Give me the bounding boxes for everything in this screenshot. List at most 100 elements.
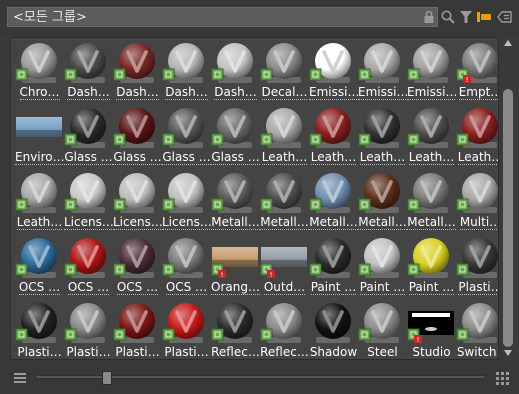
material-item[interactable]: Steel — [358, 300, 407, 359]
scroll-down-arrow-icon[interactable] — [504, 350, 512, 356]
material-item[interactable]: Plasti… — [15, 300, 64, 359]
material-label-text: Outd… — [263, 280, 306, 295]
material-item[interactable]: Reflec… — [211, 300, 260, 359]
material-item[interactable]: Plasti… — [162, 300, 211, 359]
material-label: Plasti… — [15, 345, 64, 359]
material-item[interactable]: Plasti… — [64, 300, 113, 359]
material-item[interactable]: Dash… — [64, 40, 113, 103]
material-item[interactable]: Leath… — [407, 105, 456, 168]
material-item[interactable]: Emissi… — [309, 40, 358, 103]
material-item[interactable]: Glass … — [211, 105, 260, 168]
material-thumbnail — [211, 41, 258, 85]
material-item[interactable]: ! Studio — [407, 300, 456, 359]
material-label: Outd… — [260, 280, 309, 295]
svg-text:!: ! — [417, 336, 420, 344]
material-label: Glass … — [162, 150, 211, 165]
material-label: OCS … — [64, 280, 113, 295]
material-label: Licens… — [162, 215, 211, 230]
material-item[interactable]: Plasti… — [113, 300, 162, 359]
material-item[interactable]: Metall… — [211, 170, 260, 233]
material-label: Glass … — [113, 150, 162, 165]
material-label-text: Licens… — [162, 215, 211, 230]
material-label: Metall… — [260, 215, 309, 230]
material-label: Decal… — [260, 85, 309, 100]
material-item[interactable]: Paint … — [309, 235, 358, 298]
material-item[interactable]: ! Outd… — [260, 235, 309, 298]
material-label-text: Enviro… — [15, 150, 64, 165]
material-item[interactable]: Paint … — [407, 235, 456, 298]
thumbnail-size-slider[interactable] — [35, 371, 486, 385]
material-item[interactable]: Metall… — [358, 170, 407, 233]
material-item[interactable]: Leath… — [456, 105, 498, 168]
material-item[interactable]: Leath… — [260, 105, 309, 168]
material-thumbnail: ! — [456, 41, 498, 85]
material-item[interactable]: Licens… — [162, 170, 211, 233]
material-item[interactable]: Metall… — [260, 170, 309, 233]
material-thumbnail — [456, 106, 498, 150]
material-item[interactable]: Emissi… — [407, 40, 456, 103]
list-view-icon[interactable] — [14, 373, 26, 383]
material-item[interactable]: Switch1 — [456, 300, 498, 359]
material-label: Enviro… — [15, 150, 64, 165]
material-label-text: Dash… — [165, 85, 208, 100]
material-item[interactable]: OCS … — [162, 235, 211, 298]
scroll-up-arrow-icon[interactable] — [504, 40, 512, 46]
material-item[interactable]: Licens… — [64, 170, 113, 233]
material-label: OCS … — [15, 280, 64, 295]
material-label-text: Glass … — [113, 150, 162, 165]
material-item[interactable]: OCS … — [64, 235, 113, 298]
material-thumbnail — [309, 236, 356, 280]
material-item[interactable]: OCS … — [113, 235, 162, 298]
material-label: Dash… — [211, 85, 260, 100]
material-item[interactable]: Glass … — [162, 105, 211, 168]
svg-text:!: ! — [270, 271, 273, 279]
material-item[interactable]: Dash… — [162, 40, 211, 103]
material-thumbnail — [162, 236, 209, 280]
material-label-text: Switch1 — [456, 345, 498, 359]
material-item[interactable]: Leath… — [358, 105, 407, 168]
material-item[interactable]: Licens… — [113, 170, 162, 233]
material-thumbnail — [211, 301, 258, 345]
material-item[interactable]: Glass … — [64, 105, 113, 168]
material-item[interactable]: Dash… — [113, 40, 162, 103]
material-item[interactable]: Plasti… — [456, 235, 498, 298]
material-item[interactable]: ! Empt… — [456, 40, 498, 103]
grid-view-icon[interactable] — [496, 372, 509, 385]
material-item[interactable]: Shadow — [309, 300, 358, 359]
material-thumbnail — [64, 106, 111, 150]
material-item[interactable]: OCS … — [15, 235, 64, 298]
material-item[interactable]: Leath… — [15, 170, 64, 233]
material-label: Licens… — [64, 215, 113, 230]
material-item[interactable]: Metall… — [309, 170, 358, 233]
filter-icon[interactable] — [458, 9, 474, 25]
material-thumbnail — [260, 171, 307, 215]
search-icon[interactable] — [440, 9, 456, 25]
material-item[interactable]: Glass … — [113, 105, 162, 168]
material-item[interactable]: Reflec… — [260, 300, 309, 359]
material-label-text: OCS … — [116, 280, 159, 295]
material-item[interactable]: Chro… — [15, 40, 64, 103]
material-item[interactable]: Paint … — [358, 235, 407, 298]
vertical-scrollbar[interactable] — [501, 37, 515, 360]
tag-icon[interactable] — [497, 9, 513, 25]
material-item[interactable]: Dash… — [211, 40, 260, 103]
material-item[interactable]: Decal… — [260, 40, 309, 103]
material-item[interactable]: Enviro… — [15, 105, 64, 168]
view-toggle-icon[interactable] — [476, 9, 492, 25]
lock-icon[interactable] — [421, 9, 437, 25]
material-label-text: Dash… — [67, 85, 110, 100]
scrollbar-thumb[interactable] — [503, 89, 513, 347]
material-item[interactable]: Emissi… — [358, 40, 407, 103]
slider-handle[interactable] — [102, 371, 112, 385]
material-label: Paint … — [309, 280, 358, 295]
material-label: Chro… — [15, 85, 64, 100]
material-item[interactable]: Multi… — [456, 170, 498, 233]
group-selector[interactable]: <모든 그룹> — [7, 7, 438, 27]
material-item[interactable]: Leath… — [309, 105, 358, 168]
material-thumbnail: ! — [260, 236, 307, 280]
material-thumbnail — [15, 236, 62, 280]
material-label: Metall… — [211, 215, 260, 230]
material-item[interactable]: ! Orang… — [211, 235, 260, 298]
material-label: Licens… — [113, 215, 162, 230]
material-item[interactable]: Metall… — [407, 170, 456, 233]
